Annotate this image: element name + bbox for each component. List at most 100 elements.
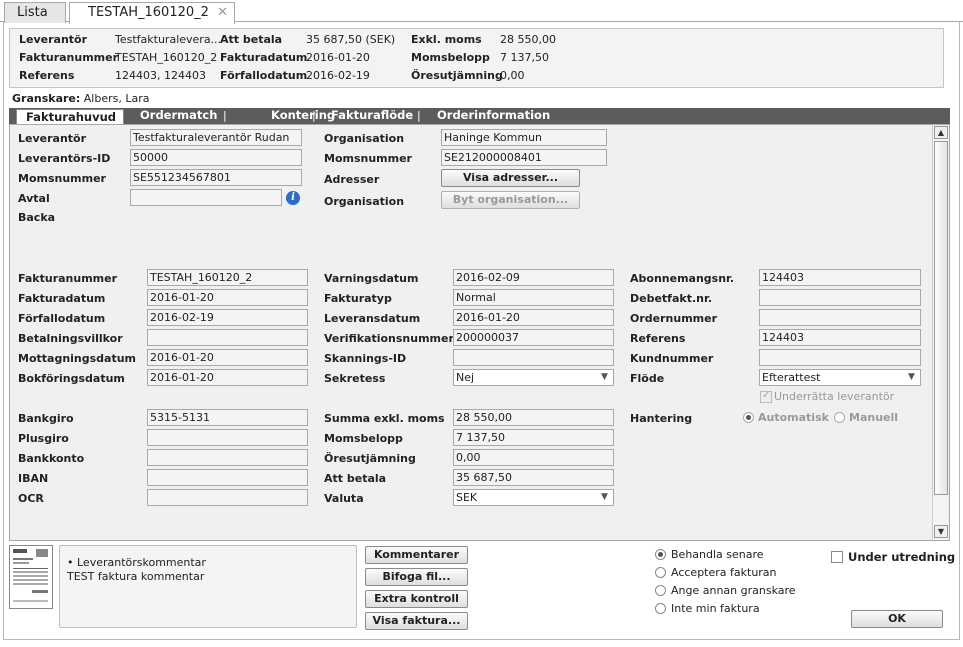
oresutjamning-field[interactable]: 0,00 — [453, 449, 614, 466]
summary-referens-label: Referens — [19, 69, 75, 82]
bankkonto-field[interactable] — [147, 449, 308, 466]
under-utredning-checkbox[interactable] — [831, 551, 843, 563]
info-icon[interactable]: i — [286, 191, 300, 205]
tab-invoice[interactable]: TESTAH_160120_2 ✕ — [69, 2, 235, 24]
avtal-field[interactable] — [130, 189, 282, 206]
organisation2-label: Organisation — [324, 195, 405, 208]
inte-min-faktura-label: Inte min faktura — [671, 602, 760, 615]
iban-field[interactable] — [147, 469, 308, 486]
checkmark-icon: ✓ — [762, 390, 771, 401]
mottagningsdatum-field[interactable]: 2016-01-20 — [147, 349, 308, 366]
flode-select[interactable]: Efterattest ▼ — [759, 369, 921, 386]
sub-tab-strip: Fakturahuvud Ordermatch | Kontering | Fa… — [9, 108, 950, 125]
invoice-thumbnail[interactable] — [9, 545, 53, 609]
ange-granskare-radio[interactable] — [655, 585, 666, 596]
valuta-select[interactable]: SEK ▼ — [453, 489, 614, 506]
chevron-down-icon[interactable]: ▼ — [597, 490, 611, 505]
betalningsvillkor-field[interactable] — [147, 329, 308, 346]
tab-invoice-label: TESTAH_160120_2 — [88, 5, 209, 20]
summary-momsbelopp-label: Momsbelopp — [411, 51, 490, 64]
tab-fakturahuvud[interactable]: Fakturahuvud — [16, 109, 124, 125]
document-preview-icon — [13, 549, 48, 602]
iban-label: IBAN — [18, 472, 49, 485]
fakturatyp-field[interactable]: Normal — [453, 289, 614, 306]
summary-fakturanummer-value: TESTAH_160120_2 — [115, 51, 218, 64]
automatisk-label: Automatisk — [758, 411, 829, 424]
visa-adresser-button[interactable]: Visa adresser... — [441, 169, 580, 187]
ok-button[interactable]: OK — [851, 610, 943, 628]
summary-att-betala-label: Att betala — [220, 33, 283, 46]
plusgiro-field[interactable] — [147, 429, 308, 446]
automatisk-radio[interactable] — [743, 412, 754, 423]
manuell-radio[interactable] — [834, 412, 845, 423]
comment-text: TEST faktura kommentar — [67, 570, 205, 583]
skannings-id-field[interactable] — [453, 349, 614, 366]
momsbelopp-field[interactable]: 7 137,50 — [453, 429, 614, 446]
kommentarer-button[interactable]: Kommentarer — [365, 546, 468, 564]
granskare: Granskare: Albers, Lara — [12, 92, 150, 105]
summa-exkl-moms-label: Summa exkl. moms — [324, 412, 445, 425]
fakturanummer-field[interactable]: TESTAH_160120_2 — [147, 269, 308, 286]
tab-lista[interactable]: Lista — [4, 2, 66, 23]
summa-exkl-moms-field[interactable]: 28 550,00 — [453, 409, 614, 426]
tab-orderinformation[interactable]: Orderinformation — [437, 108, 550, 124]
betalningsvillkor-label: Betalningsvillkor — [18, 332, 123, 345]
comment-box[interactable]: • Leverantörskommentar TEST faktura komm… — [59, 545, 357, 628]
org-momsnummer-field[interactable]: SE212000008401 — [441, 149, 607, 166]
att-betala-field[interactable]: 35 687,50 — [453, 469, 614, 486]
tab-separator: | — [312, 109, 316, 122]
scroll-down-icon[interactable]: ▼ — [934, 525, 948, 538]
under-utredning-label: Under utredning — [848, 550, 956, 564]
tab-fakturaflode[interactable]: Fakturaflöde — [331, 108, 413, 124]
varningsdatum-field[interactable]: 2016-02-09 — [453, 269, 614, 286]
forfallodatum-field[interactable]: 2016-02-19 — [147, 309, 308, 326]
behandla-senare-radio[interactable] — [655, 549, 666, 560]
att-betala-label: Att betala — [324, 472, 387, 485]
leveransdatum-field[interactable]: 2016-01-20 — [453, 309, 614, 326]
abonnemangsnr-label: Abonnemangsnr. — [630, 272, 735, 285]
byt-organisation-button[interactable]: Byt organisation... — [441, 191, 580, 209]
fakturadatum-field[interactable]: 2016-01-20 — [147, 289, 308, 306]
bifoga-fil-button[interactable]: Bifoga fil... — [365, 568, 468, 586]
bokforingsdatum-label: Bokföringsdatum — [18, 372, 125, 385]
leverantors-id-field[interactable]: 50000 — [130, 149, 302, 166]
scroll-up-icon[interactable]: ▲ — [934, 126, 948, 139]
ocr-label: OCR — [18, 492, 44, 505]
org-momsnummer-label: Momsnummer — [324, 152, 412, 165]
close-icon[interactable]: ✕ — [217, 3, 228, 22]
organisation-field[interactable]: Haninge Kommun — [441, 129, 607, 146]
ocr-field[interactable] — [147, 489, 308, 506]
granskare-value: Albers, Lara — [83, 92, 150, 105]
inte-min-faktura-radio[interactable] — [655, 603, 666, 614]
leverantor-label: Leverantör — [18, 132, 87, 145]
visa-faktura-button[interactable]: Visa faktura... — [365, 612, 468, 630]
kundnummer-field[interactable] — [759, 349, 921, 366]
debetfakt-nr-label: Debetfakt.nr. — [630, 292, 713, 305]
bokforingsdatum-field[interactable]: 2016-01-20 — [147, 369, 308, 386]
organisation-label: Organisation — [324, 132, 405, 145]
sekretess-select[interactable]: Nej ▼ — [453, 369, 614, 386]
chevron-down-icon[interactable]: ▼ — [904, 370, 918, 385]
acceptera-label: Acceptera fakturan — [671, 566, 777, 579]
tab-kontering[interactable]: Kontering — [271, 108, 335, 124]
ordernummer-field[interactable] — [759, 309, 921, 326]
abonnemangsnr-field[interactable]: 124403 — [759, 269, 921, 286]
oresutjamning-label: Öresutjämning — [324, 452, 416, 465]
chevron-down-icon[interactable]: ▼ — [597, 370, 611, 385]
verifikationsnummer-field[interactable]: 200000037 — [453, 329, 614, 346]
scroll-thumb[interactable] — [934, 141, 948, 495]
panel-scrollbar[interactable]: ▲ ▼ — [932, 125, 948, 540]
bankgiro-field[interactable]: 5315-5131 — [147, 409, 308, 426]
acceptera-radio[interactable] — [655, 567, 666, 578]
extra-kontroll-button[interactable]: Extra kontroll — [365, 590, 468, 608]
momsnummer-label: Momsnummer — [18, 172, 106, 185]
summary-momsbelopp-value: 7 137,50 — [500, 51, 549, 64]
referens-field[interactable]: 124403 — [759, 329, 921, 346]
debetfakt-nr-field[interactable] — [759, 289, 921, 306]
manuell-label: Manuell — [849, 411, 899, 424]
momsnummer-field[interactable]: SE551234567801 — [130, 169, 302, 186]
underratta-checkbox[interactable]: ✓ — [760, 390, 772, 403]
leverantor-field[interactable]: Testfakturaleverantör Rudan — [130, 129, 302, 146]
tab-ordermatch[interactable]: Ordermatch — [140, 108, 217, 124]
summary-oresutjamning-value: 0,00 — [500, 69, 525, 82]
